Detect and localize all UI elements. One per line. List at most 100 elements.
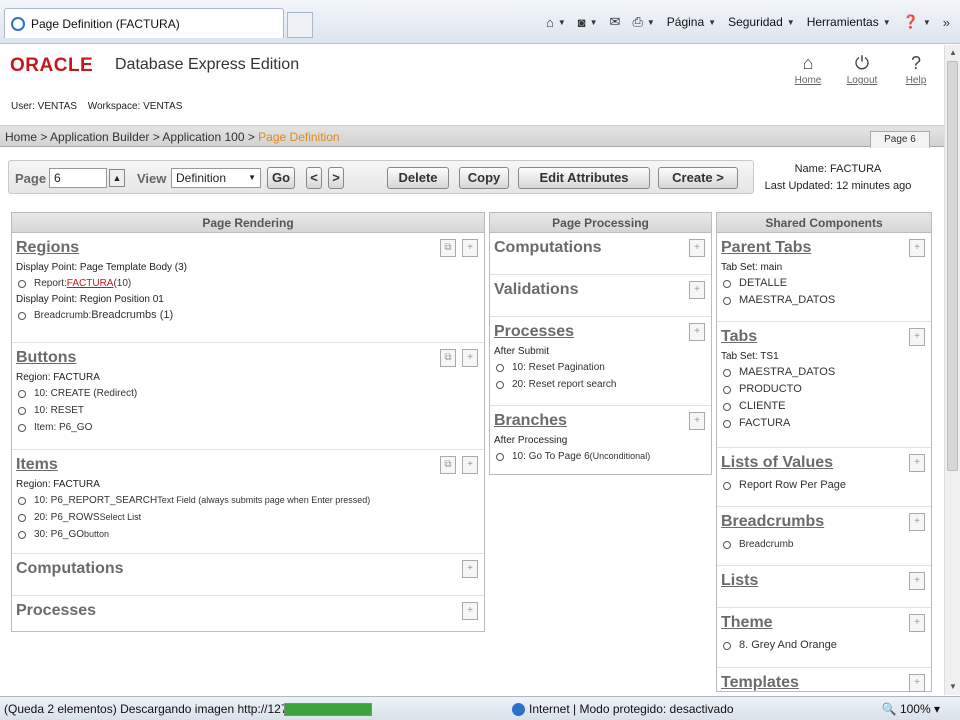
help-link[interactable]: ? Help bbox=[896, 51, 936, 86]
add-icon[interactable]: + bbox=[909, 454, 925, 472]
home-icon: ⌂ bbox=[545, 14, 554, 30]
lists-title[interactable]: Lists bbox=[721, 571, 927, 591]
go-button[interactable]: Go bbox=[267, 167, 295, 189]
add-icon[interactable]: + bbox=[689, 281, 705, 299]
overflow-command[interactable]: » bbox=[943, 15, 950, 30]
list-item[interactable]: MAESTRA_DATOS bbox=[721, 292, 927, 309]
add-icon[interactable]: + bbox=[909, 614, 925, 632]
circle-icon bbox=[496, 452, 504, 461]
add-icon[interactable]: + bbox=[462, 602, 478, 620]
lov-section: Lists of Values + Report Row Per Page bbox=[717, 448, 931, 507]
copy-icon[interactable]: ⧉ bbox=[440, 349, 456, 367]
item-label: Report Row Per Page bbox=[739, 479, 846, 491]
theme-title[interactable]: Theme bbox=[721, 613, 927, 633]
items-title[interactable]: Items bbox=[16, 455, 480, 475]
edit-attributes-button[interactable]: Edit Attributes bbox=[518, 167, 650, 189]
feed-icon: ◙ bbox=[577, 14, 586, 30]
feeds-command[interactable]: ◙ ▼ bbox=[578, 15, 598, 30]
add-icon[interactable]: + bbox=[689, 412, 705, 430]
copy-icon[interactable]: ⧉ bbox=[440, 456, 456, 474]
lov-title[interactable]: Lists of Values bbox=[721, 453, 927, 473]
help-command[interactable]: ❓ ▼ bbox=[903, 14, 931, 30]
add-icon[interactable]: + bbox=[689, 239, 705, 257]
add-icon[interactable]: + bbox=[909, 572, 925, 590]
view-select[interactable]: Definition ▼ bbox=[171, 168, 261, 188]
prev-page-button[interactable]: < bbox=[306, 167, 322, 189]
scroll-down-icon[interactable]: ▼ bbox=[948, 682, 958, 692]
menu-herramientas[interactable]: Herramientas ▼ bbox=[807, 15, 891, 29]
home-command[interactable]: ⌂ ▼ bbox=[546, 15, 566, 30]
report-link[interactable]: FACTURA bbox=[67, 275, 114, 292]
browser-tab[interactable]: Page Definition (FACTURA) bbox=[4, 8, 284, 38]
circle-icon bbox=[723, 402, 731, 411]
list-item[interactable]: 20: P6_ROWS Select List bbox=[16, 509, 480, 526]
add-icon[interactable]: + bbox=[462, 349, 478, 367]
list-item[interactable]: FACTURA bbox=[721, 415, 927, 432]
vertical-scrollbar[interactable]: ▲ ▼ bbox=[944, 45, 960, 695]
menu-label: Herramientas bbox=[806, 15, 879, 29]
list-item[interactable]: 10: P6_REPORT_SEARCH Text Field (always … bbox=[16, 492, 480, 509]
processes-title[interactable]: Processes bbox=[494, 322, 707, 342]
zoom-level[interactable]: 🔍 100% ▾ bbox=[882, 702, 940, 716]
item-label: 10: CREATE (Redirect) bbox=[34, 388, 138, 399]
scrollbar-thumb[interactable] bbox=[947, 61, 958, 471]
tabs-title[interactable]: Tabs bbox=[721, 327, 927, 347]
processes-title: Processes bbox=[16, 602, 97, 619]
copy-icon[interactable]: ⧉ bbox=[440, 239, 456, 257]
page-picker-button[interactable]: ▲ bbox=[109, 169, 125, 187]
list-item[interactable]: Breadcrumb bbox=[721, 536, 927, 553]
breadcrumbs-title[interactable]: Breadcrumbs bbox=[721, 512, 927, 532]
add-icon[interactable]: + bbox=[909, 239, 925, 257]
menu-pagina[interactable]: Página ▼ bbox=[667, 15, 716, 29]
scroll-up-icon[interactable]: ▲ bbox=[948, 48, 958, 58]
delete-button[interactable]: Delete bbox=[387, 167, 449, 189]
list-item[interactable]: Item: P6_GO bbox=[16, 419, 480, 436]
add-icon[interactable]: + bbox=[909, 513, 925, 531]
list-item[interactable]: MAESTRA_DATOS bbox=[721, 364, 927, 381]
mail-command[interactable]: ✉ bbox=[610, 14, 621, 30]
regions-title[interactable]: Regions bbox=[16, 238, 480, 258]
computations-title: Computations bbox=[16, 560, 124, 577]
list-item[interactable]: CLIENTE bbox=[721, 398, 927, 415]
add-icon[interactable]: + bbox=[462, 456, 478, 474]
menu-seguridad[interactable]: Seguridad ▼ bbox=[728, 15, 795, 29]
logout-link[interactable]: ⏻ Logout bbox=[842, 51, 882, 86]
computations-section: Computations + bbox=[490, 233, 711, 275]
branches-title[interactable]: Branches bbox=[494, 411, 707, 431]
new-tab-button[interactable] bbox=[287, 12, 313, 38]
add-icon[interactable]: + bbox=[462, 239, 478, 257]
list-item[interactable]: 10: RESET bbox=[16, 402, 480, 419]
list-item[interactable]: PRODUCTO bbox=[721, 381, 927, 398]
list-item[interactable]: 10: Go To Page 6 (Unconditional) bbox=[494, 448, 707, 465]
list-item[interactable]: DETALLE bbox=[721, 275, 927, 292]
buttons-title[interactable]: Buttons bbox=[16, 348, 480, 368]
add-icon[interactable]: + bbox=[462, 560, 478, 578]
security-zone[interactable]: Internet | Modo protegido: desactivado bbox=[512, 702, 734, 716]
user-info: User: VENTAS Workspace: VENTAS bbox=[11, 101, 190, 112]
breadcrumb-region-link[interactable]: Breadcrumbs (1) bbox=[91, 307, 173, 324]
list-item[interactable]: 20: Reset report search bbox=[494, 376, 707, 393]
list-item[interactable]: 10: CREATE (Redirect) bbox=[16, 385, 480, 402]
item-detail: button bbox=[84, 529, 110, 539]
parent-tabs-title[interactable]: Parent Tabs bbox=[721, 238, 927, 258]
list-item[interactable]: 10: Reset Pagination bbox=[494, 359, 707, 376]
copy-button[interactable]: Copy bbox=[459, 167, 509, 189]
list-item[interactable]: 30: P6_GO button bbox=[16, 526, 480, 543]
list-item[interactable]: 8. Grey And Orange bbox=[721, 637, 927, 654]
create-button[interactable]: Create > bbox=[658, 167, 738, 189]
circle-icon bbox=[18, 279, 26, 288]
home-link[interactable]: ⌂ Home bbox=[788, 51, 828, 86]
add-icon[interactable]: + bbox=[689, 323, 705, 341]
validations-title: Validations bbox=[494, 281, 579, 298]
page-tab[interactable]: Page 6 bbox=[870, 131, 930, 148]
page-number-input[interactable]: 6 bbox=[49, 168, 107, 188]
add-icon[interactable]: + bbox=[909, 328, 925, 346]
add-icon[interactable]: + bbox=[909, 674, 925, 692]
next-page-button[interactable]: > bbox=[328, 167, 344, 189]
list-item[interactable]: Report Row Per Page bbox=[721, 477, 927, 494]
templates-title[interactable]: Templates bbox=[721, 673, 927, 693]
item-label: 8. Grey And Orange bbox=[739, 639, 837, 651]
item-label: Item: P6_GO bbox=[34, 422, 93, 433]
print-command[interactable]: ⎙ ▼ bbox=[632, 14, 654, 30]
breadcrumb-path[interactable]: Home > Application Builder > Application… bbox=[5, 130, 258, 144]
